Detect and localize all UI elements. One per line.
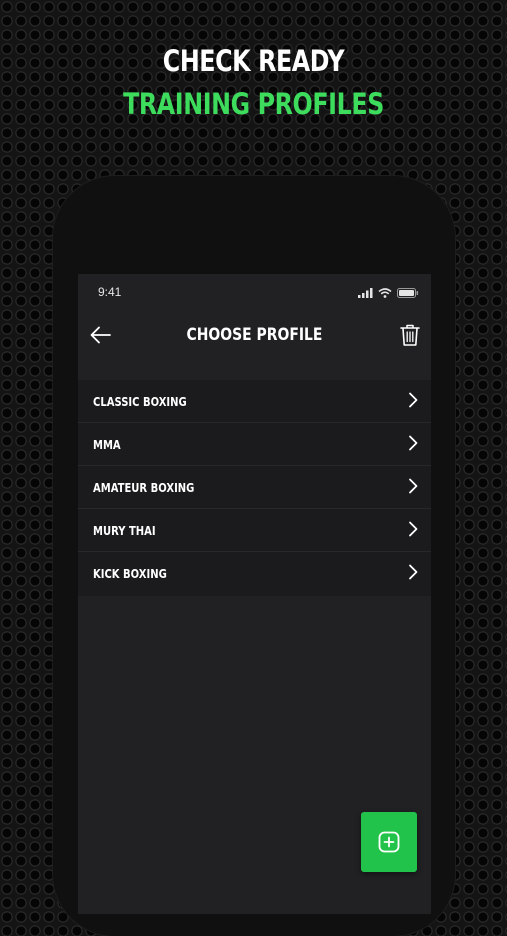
status-time: 9:41 xyxy=(98,285,122,299)
signal-icon xyxy=(358,288,373,298)
list-item[interactable]: KICK BOXING xyxy=(78,552,431,596)
chevron-right-icon xyxy=(409,521,418,537)
profile-label: AMATEUR BOXING xyxy=(93,480,195,495)
app-screen: 9:41 CHOOSE PROFILE CLASSIC BOXING MMA A… xyxy=(78,274,431,914)
list-item[interactable]: MURY THAI xyxy=(78,509,431,552)
chevron-right-icon xyxy=(409,564,418,580)
list-item[interactable]: AMATEUR BOXING xyxy=(78,466,431,509)
profile-label: MMA xyxy=(93,437,121,452)
page-title: CHOOSE PROFILE xyxy=(186,325,323,345)
add-profile-button[interactable] xyxy=(361,812,417,872)
chevron-right-icon xyxy=(409,435,418,451)
list-item[interactable]: MMA xyxy=(78,423,431,466)
battery-icon xyxy=(397,288,419,298)
nav-bar: CHOOSE PROFILE xyxy=(78,314,431,358)
trash-icon[interactable] xyxy=(399,323,421,347)
profile-label: CLASSIC BOXING xyxy=(93,394,187,409)
promo-headline: CHECK READY xyxy=(162,44,345,78)
promo-subheadline: TRAINING PROFILES xyxy=(123,87,384,121)
profile-label: KICK BOXING xyxy=(93,566,167,581)
chevron-right-icon xyxy=(409,478,418,494)
plus-square-icon xyxy=(378,831,400,853)
status-icons xyxy=(358,287,419,299)
wifi-icon xyxy=(378,288,392,298)
list-item[interactable]: CLASSIC BOXING xyxy=(78,380,431,423)
profile-label: MURY THAI xyxy=(93,523,156,538)
status-bar: 9:41 xyxy=(78,274,431,314)
chevron-right-icon xyxy=(409,392,418,408)
profile-list: CLASSIC BOXING MMA AMATEUR BOXING MURY T… xyxy=(78,380,431,596)
